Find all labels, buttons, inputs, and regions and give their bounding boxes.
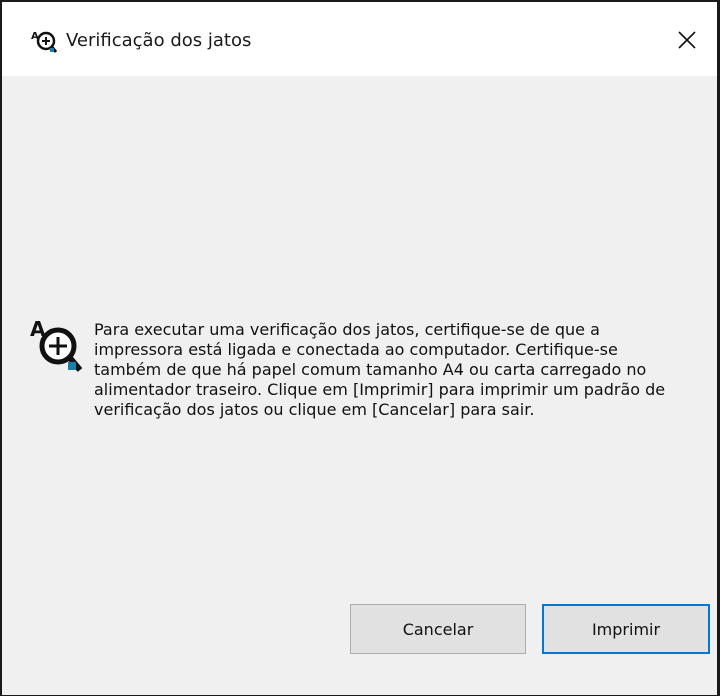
instruction-message: Para executar uma verificação dos jatos,… <box>94 320 666 419</box>
close-button[interactable] <box>657 14 717 66</box>
nozzle-check-magnifier-icon: A <box>28 316 86 376</box>
nozzle-check-icon: A <box>30 28 58 54</box>
dialog-body: A Para executar uma verificação dos jato… <box>2 76 717 695</box>
print-button[interactable]: Imprimir <box>542 604 710 654</box>
cancel-button[interactable]: Cancelar <box>350 604 526 654</box>
title-bar: A Verificação dos jatos <box>2 2 717 76</box>
nozzle-check-dialog: A Verificação dos jatos A Para executar … <box>0 0 720 696</box>
close-icon <box>678 31 696 49</box>
window-title: Verificação dos jatos <box>66 30 252 51</box>
